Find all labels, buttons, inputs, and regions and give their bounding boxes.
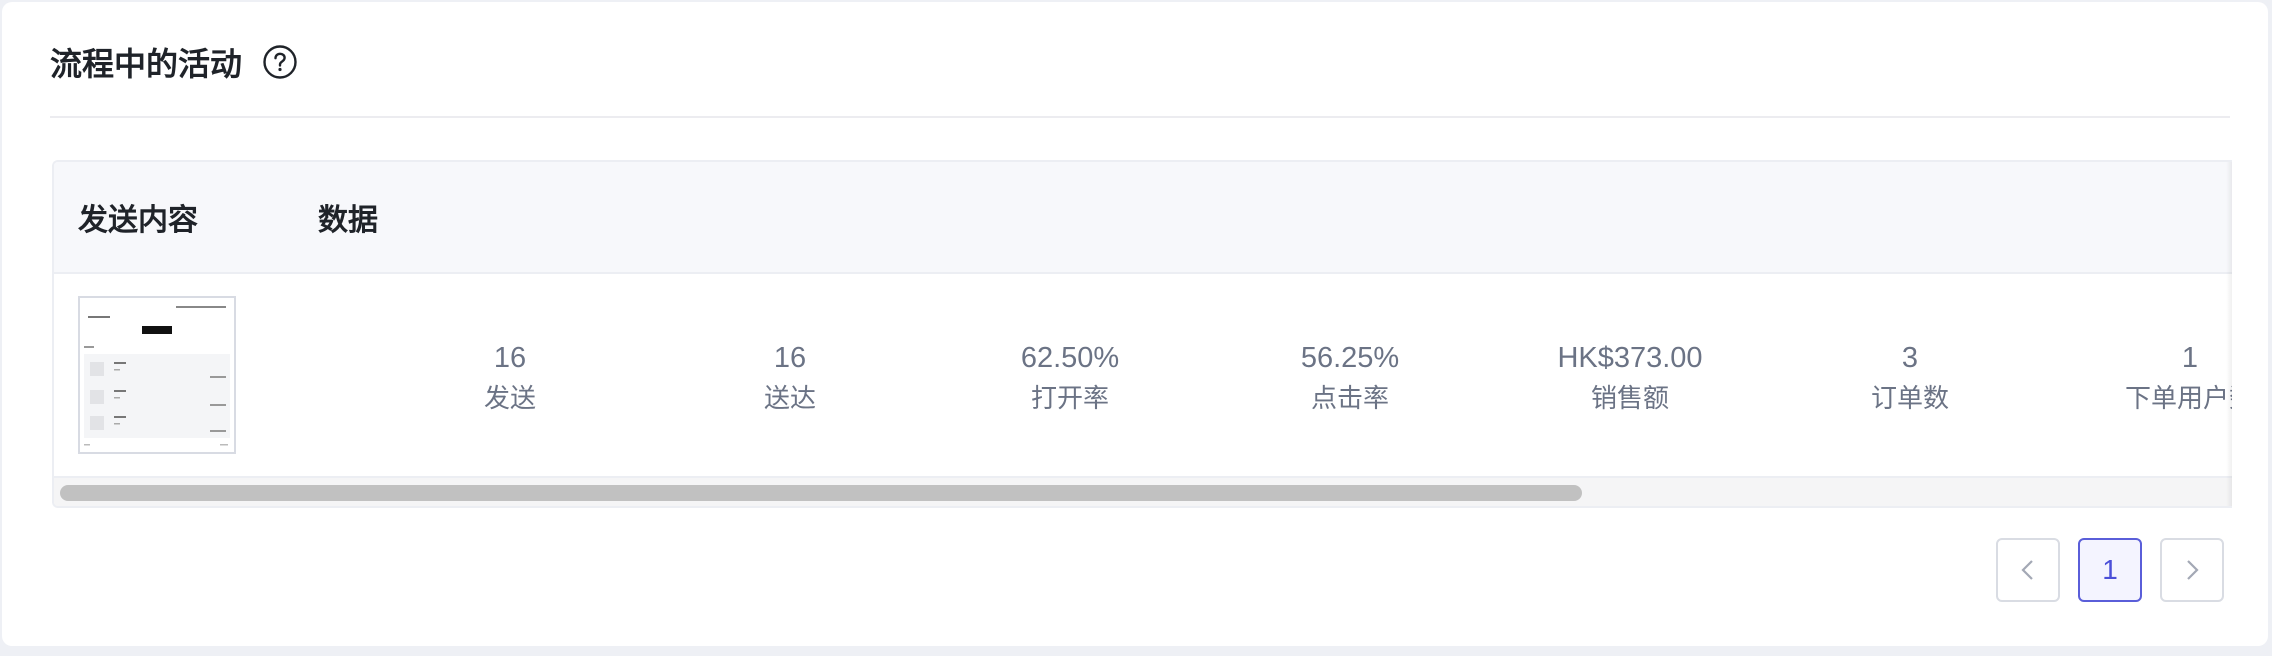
horizontal-scrollbar[interactable] [54, 476, 2232, 506]
stat-value: 16 [773, 342, 807, 374]
stat-value: 1 [2181, 342, 2199, 374]
stat-sales: HK$373.00 销售额 [1490, 338, 1770, 418]
stat-delivered: 16 送达 [650, 338, 930, 418]
scrollbar-thumb[interactable] [60, 485, 1582, 501]
scroll-shadow [2226, 162, 2232, 506]
stat-value: HK$373.00 [1557, 342, 1703, 374]
activities-card: 流程中的活动 发送内容 数据 16 发送 16 送达 62.50% 打开率 56… [2, 2, 2268, 646]
stat-ordering-users: 1 下单用户数 [2050, 338, 2232, 418]
stat-value: 62.50% [1020, 342, 1120, 374]
email-preview-thumbnail[interactable] [78, 296, 236, 454]
stat-label: 送达 [763, 383, 816, 413]
stat-label: 打开率 [1030, 383, 1109, 413]
page-button-1[interactable]: 1 [2078, 538, 2142, 602]
activities-table: 发送内容 数据 16 发送 16 送达 62.50% 打开率 56.25% 点击… [52, 160, 2232, 508]
column-header-content: 发送内容 [78, 204, 198, 237]
stat-open-rate: 62.50% 打开率 [930, 338, 1210, 418]
stat-click-rate: 56.25% 点击率 [1210, 338, 1490, 418]
stat-value: 16 [493, 342, 527, 374]
pagination: 1 [1996, 538, 2224, 602]
stat-label: 订单数 [1870, 383, 1949, 413]
chevron-right-icon [2187, 560, 2199, 580]
table-row: 16 发送 16 送达 62.50% 打开率 56.25% 点击率 HK$373… [54, 274, 2232, 474]
stat-value: 56.25% [1300, 342, 1400, 374]
page-title: 流程中的活动 [50, 46, 243, 82]
table-header: 发送内容 数据 [54, 162, 2232, 274]
prev-page-button[interactable] [1996, 538, 2060, 602]
divider [50, 116, 2230, 118]
stat-sent: 16 发送 [370, 338, 650, 418]
stat-label: 点击率 [1310, 383, 1389, 413]
next-page-button[interactable] [2160, 538, 2224, 602]
stat-label: 下单用户数 [2124, 383, 2232, 413]
column-header-data: 数据 [318, 204, 378, 237]
stat-value: 3 [1901, 342, 1919, 374]
title-row: 流程中的活动 [50, 40, 298, 84]
stat-label: 发送 [483, 383, 536, 413]
chevron-left-icon [2021, 560, 2033, 580]
stat-orders: 3 订单数 [1770, 338, 2050, 418]
question-circle-icon[interactable] [262, 44, 298, 80]
stats-group: 16 发送 16 送达 62.50% 打开率 56.25% 点击率 HK$373… [318, 338, 2232, 418]
stat-label: 销售额 [1590, 383, 1669, 413]
